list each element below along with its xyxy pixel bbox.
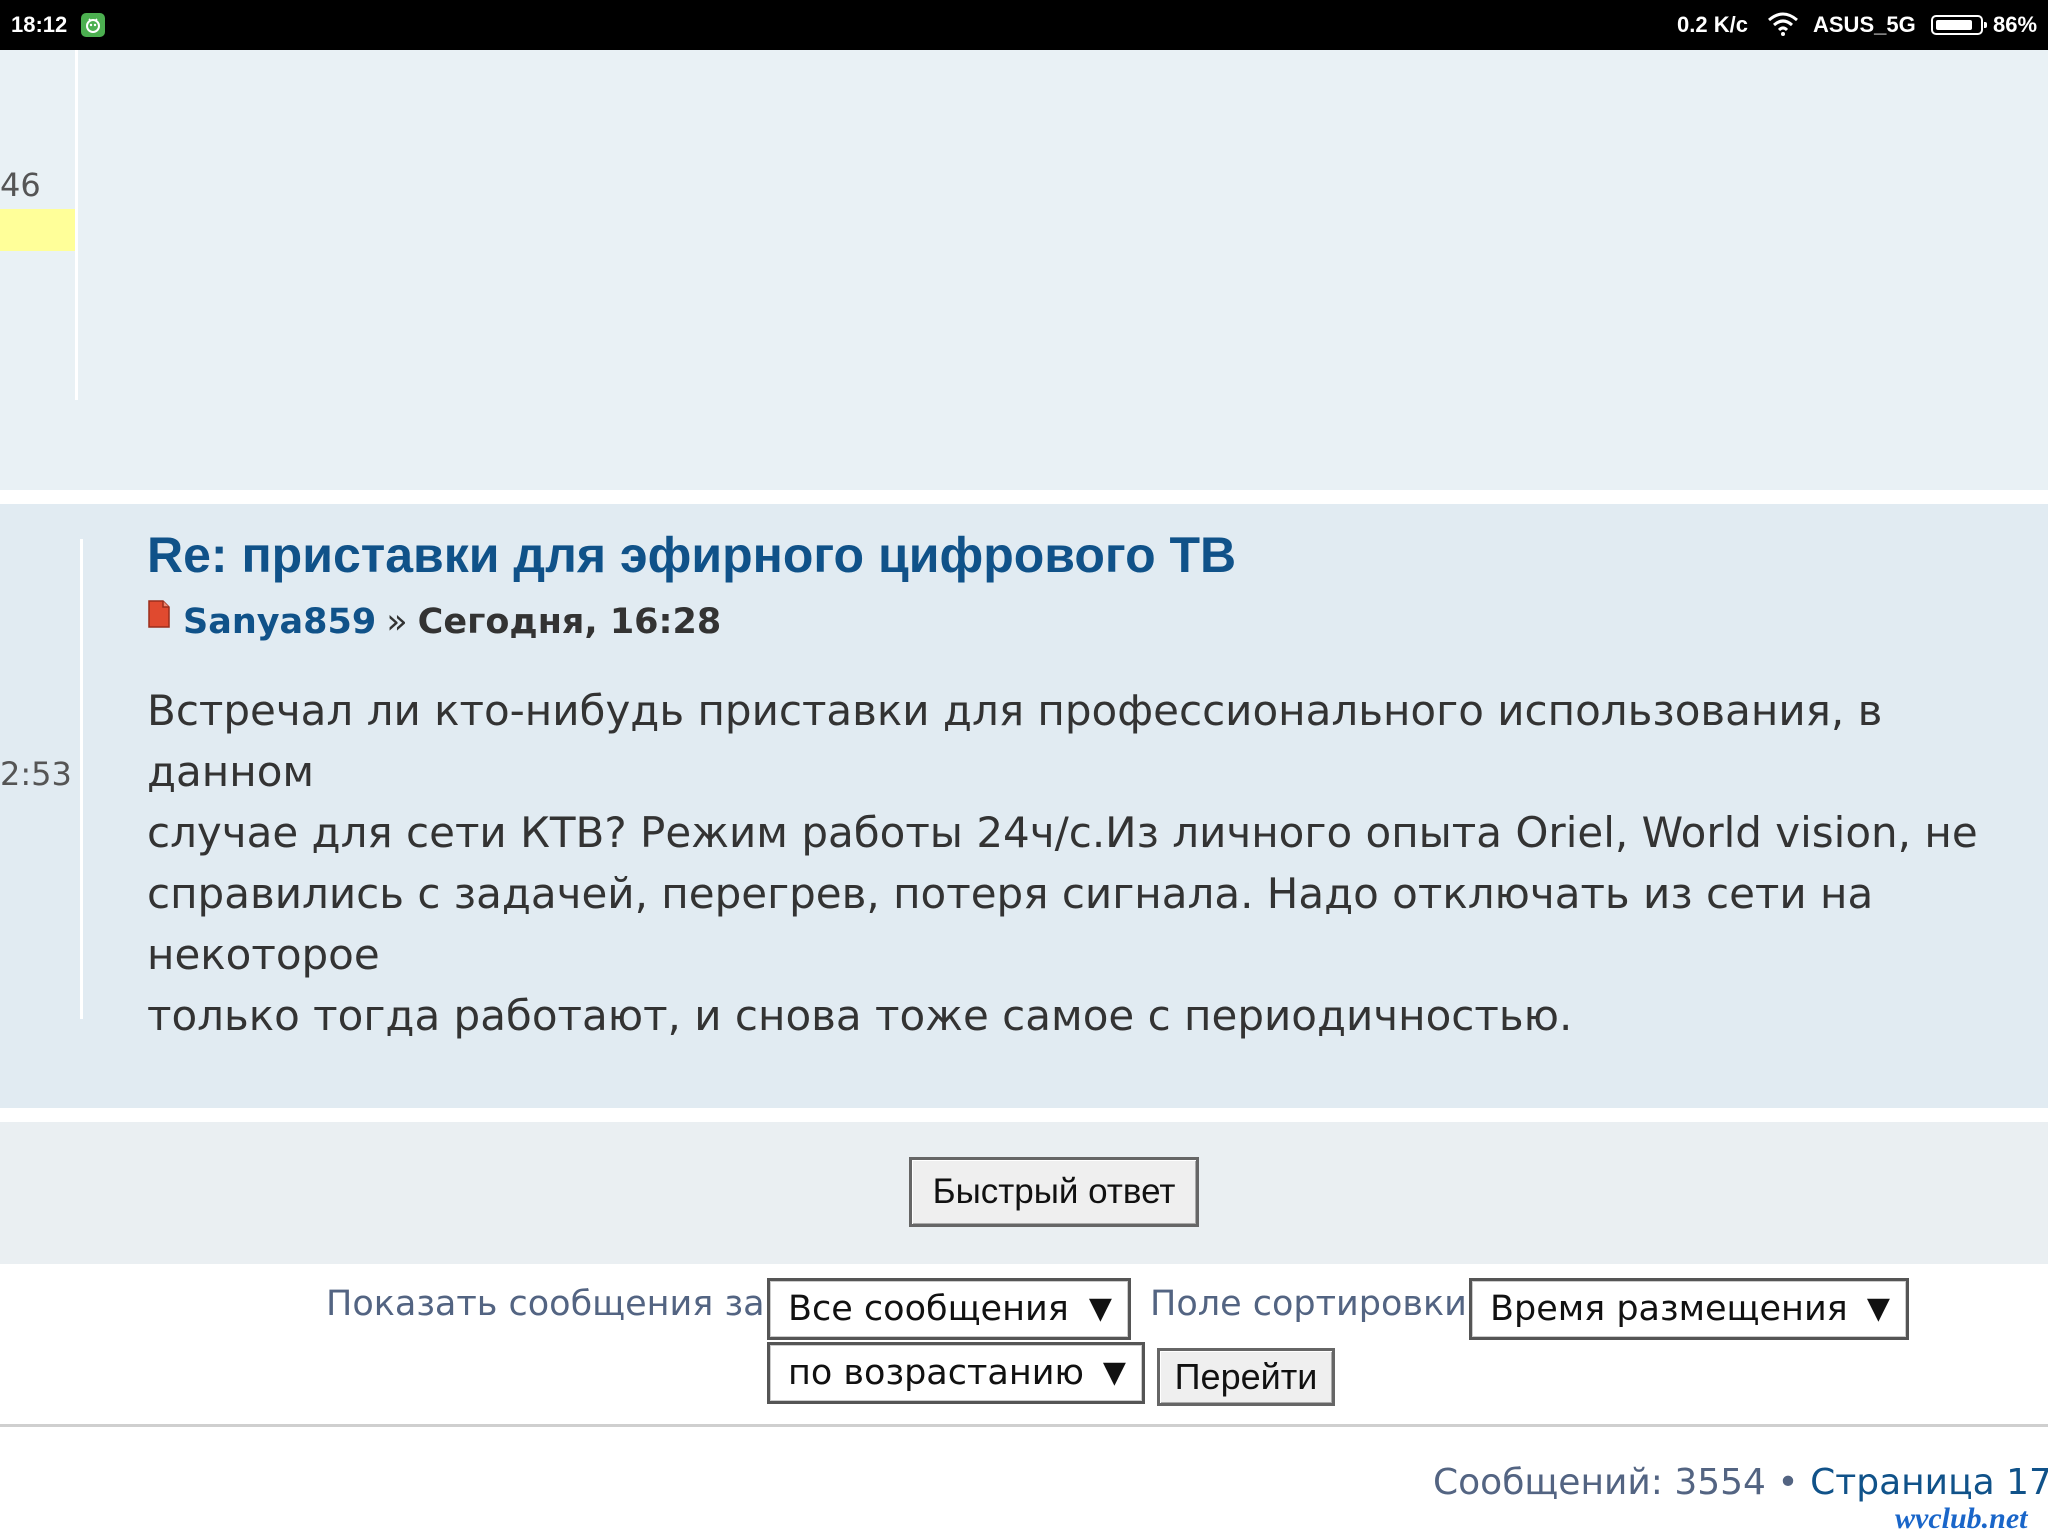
sort-field-value: Время размещения xyxy=(1490,1289,1848,1329)
post-author-link[interactable]: Sanya859 xyxy=(183,602,376,642)
post-meta: Sanya859» Сегодня, 16:28 xyxy=(147,600,722,643)
sort-order-select[interactable]: по возрастанию ▼ xyxy=(767,1342,1145,1404)
bullet-separator: • xyxy=(1777,1462,1799,1503)
show-posts-value: Все сообщения xyxy=(788,1289,1069,1329)
sort-field-select[interactable]: Время размещения ▼ xyxy=(1469,1278,1909,1340)
battery-percent: 86% xyxy=(1993,12,2038,37)
post-title[interactable]: Re: приставки для эфирного цифрового ТВ xyxy=(147,526,1236,584)
post-divider xyxy=(80,539,83,1019)
go-button[interactable]: Перейти xyxy=(1157,1348,1335,1406)
forum-post: 2:53 Re: приставки для эфирного цифровог… xyxy=(0,504,2048,1108)
previous-post: 46 xyxy=(0,50,2048,490)
post-side-time: 2:53 xyxy=(0,755,72,793)
pagination-stats: Сообщений: 3554 • Страница 178 и xyxy=(1433,1462,2048,1503)
sort-controls: Показать сообщения за: Все сообщения ▼ П… xyxy=(0,1264,2048,1428)
watermark: wvclub.net xyxy=(1895,1502,2028,1535)
post-content: Встречал ли кто-нибудь приставки для про… xyxy=(147,680,2027,1046)
wifi-ssid: ASUS_5G xyxy=(1813,12,1916,37)
show-posts-label: Показать сообщения за: xyxy=(326,1284,777,1324)
post-content-line: справились с задачей, перегрев, потеря с… xyxy=(147,869,1874,979)
quick-reply-button[interactable]: Быстрый ответ xyxy=(909,1157,1199,1227)
post-content-line: только тогда работают, и снова тоже само… xyxy=(147,991,1573,1040)
wifi-icon xyxy=(1767,12,1799,42)
highlight-marker xyxy=(0,209,75,251)
dropdown-arrow-icon: ▼ xyxy=(1866,1291,1890,1326)
post-divider xyxy=(75,50,78,400)
post-content-line: случае для сети КТВ? Режим работы 24ч/с.… xyxy=(147,808,1978,857)
post-icon[interactable] xyxy=(147,597,171,637)
notification-app-icon xyxy=(81,13,105,37)
quick-reply-bar: Быстрый ответ xyxy=(0,1122,2048,1264)
sort-field-label: Поле сортировки xyxy=(1150,1284,1467,1324)
sort-order-value: по возрастанию xyxy=(788,1353,1084,1393)
divider xyxy=(0,1424,2048,1427)
dropdown-arrow-icon: ▼ xyxy=(1088,1291,1112,1326)
post-content-line: Встречал ли кто-нибудь приставки для про… xyxy=(147,686,1883,796)
show-posts-select[interactable]: Все сообщения ▼ xyxy=(767,1278,1131,1340)
post-date: Сегодня, 16:28 xyxy=(417,602,722,642)
meta-separator: » xyxy=(386,602,408,642)
page-link[interactable]: Страница 178 и xyxy=(1810,1462,2048,1503)
dropdown-arrow-icon: ▼ xyxy=(1102,1355,1126,1390)
message-count: Сообщений: 3554 xyxy=(1433,1462,1766,1503)
status-bar: 18:12 0.2 K/c ASUS_5G 86% xyxy=(0,0,2048,50)
previous-post-time: 46 xyxy=(0,166,41,204)
status-time: 18:12 xyxy=(11,12,68,37)
network-speed: 0.2 K/c xyxy=(1677,12,1748,37)
battery-icon xyxy=(1931,15,1987,35)
